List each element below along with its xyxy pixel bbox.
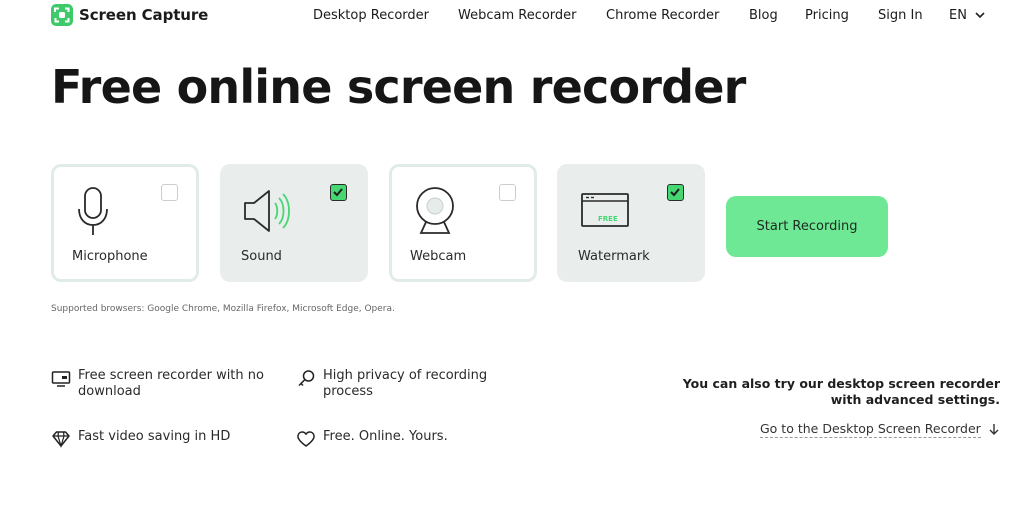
- option-sound-label: Sound: [241, 249, 282, 264]
- nav-desktop-recorder[interactable]: Desktop Recorder: [313, 8, 429, 23]
- option-sound[interactable]: Sound: [220, 164, 368, 282]
- option-webcam-label: Webcam: [410, 249, 467, 264]
- webcam-icon: [416, 187, 454, 234]
- language-selector[interactable]: EN: [949, 8, 985, 23]
- microphone-checkbox[interactable]: [161, 184, 178, 201]
- key-icon: [298, 370, 315, 387]
- webcam-checkbox[interactable]: [499, 184, 516, 201]
- watermark-checkbox[interactable]: [667, 184, 684, 201]
- feature-free: Free. Online. Yours.: [296, 429, 448, 449]
- monitor-icon: [51, 371, 71, 387]
- feature-text: download: [78, 384, 141, 399]
- desktop-promo-line: You can also try our desktop screen reco…: [682, 376, 1000, 391]
- microphone-icon: [78, 187, 108, 235]
- desktop-promo-line: with advanced settings.: [830, 392, 1000, 407]
- feature-text: High privacy of recording: [323, 368, 488, 383]
- feature-text: Free. Online. Yours.: [323, 429, 448, 444]
- desktop-promo: You can also try our desktop screen reco…: [680, 376, 1000, 408]
- feature-text: process: [323, 384, 373, 399]
- arrow-down-icon: [989, 424, 999, 435]
- header: Screen Capture Desktop Recorder Webcam R…: [0, 0, 1024, 32]
- start-recording-button[interactable]: Start Recording: [726, 196, 888, 257]
- option-watermark[interactable]: FREE Watermark: [557, 164, 705, 282]
- feature-text: Free screen recorder with no: [78, 368, 264, 383]
- nav-blog[interactable]: Blog: [749, 8, 778, 23]
- speaker-icon: [244, 190, 290, 232]
- desktop-recorder-link[interactable]: Go to the Desktop Screen Recorder: [760, 421, 999, 438]
- option-microphone-label: Microphone: [72, 249, 148, 264]
- nav-pricing[interactable]: Pricing: [805, 8, 849, 23]
- option-webcam[interactable]: Webcam: [389, 164, 537, 282]
- nav-chrome-recorder[interactable]: Chrome Recorder: [606, 8, 719, 23]
- nav-webcam-recorder[interactable]: Webcam Recorder: [458, 8, 577, 23]
- feature-text: Fast video saving in HD: [78, 429, 231, 444]
- supported-browsers: Supported browsers: Google Chrome, Mozil…: [51, 304, 395, 314]
- page-title: Free online screen recorder: [51, 60, 746, 114]
- feature-privacy: High privacy of recording process: [296, 368, 487, 400]
- option-watermark-label: Watermark: [578, 249, 650, 264]
- nav-sign-in[interactable]: Sign In: [878, 8, 923, 23]
- watermark-badge: FREE: [598, 215, 618, 223]
- heart-icon: [297, 431, 315, 447]
- top-nav: Desktop Recorder Webcam Recorder Chrome …: [0, 8, 1024, 26]
- language-label: EN: [949, 8, 967, 23]
- watermark-icon: FREE: [581, 193, 629, 227]
- checkmark-icon: [333, 188, 343, 197]
- option-microphone[interactable]: Microphone: [51, 164, 199, 282]
- diamond-icon: [52, 431, 70, 449]
- checkmark-icon: [670, 188, 680, 197]
- sound-checkbox[interactable]: [330, 184, 347, 201]
- feature-hd: Fast video saving in HD: [51, 429, 230, 449]
- chevron-down-icon: [975, 12, 985, 19]
- feature-no-download: Free screen recorder with no download: [51, 368, 264, 400]
- desktop-recorder-link-text: Go to the Desktop Screen Recorder: [760, 421, 981, 438]
